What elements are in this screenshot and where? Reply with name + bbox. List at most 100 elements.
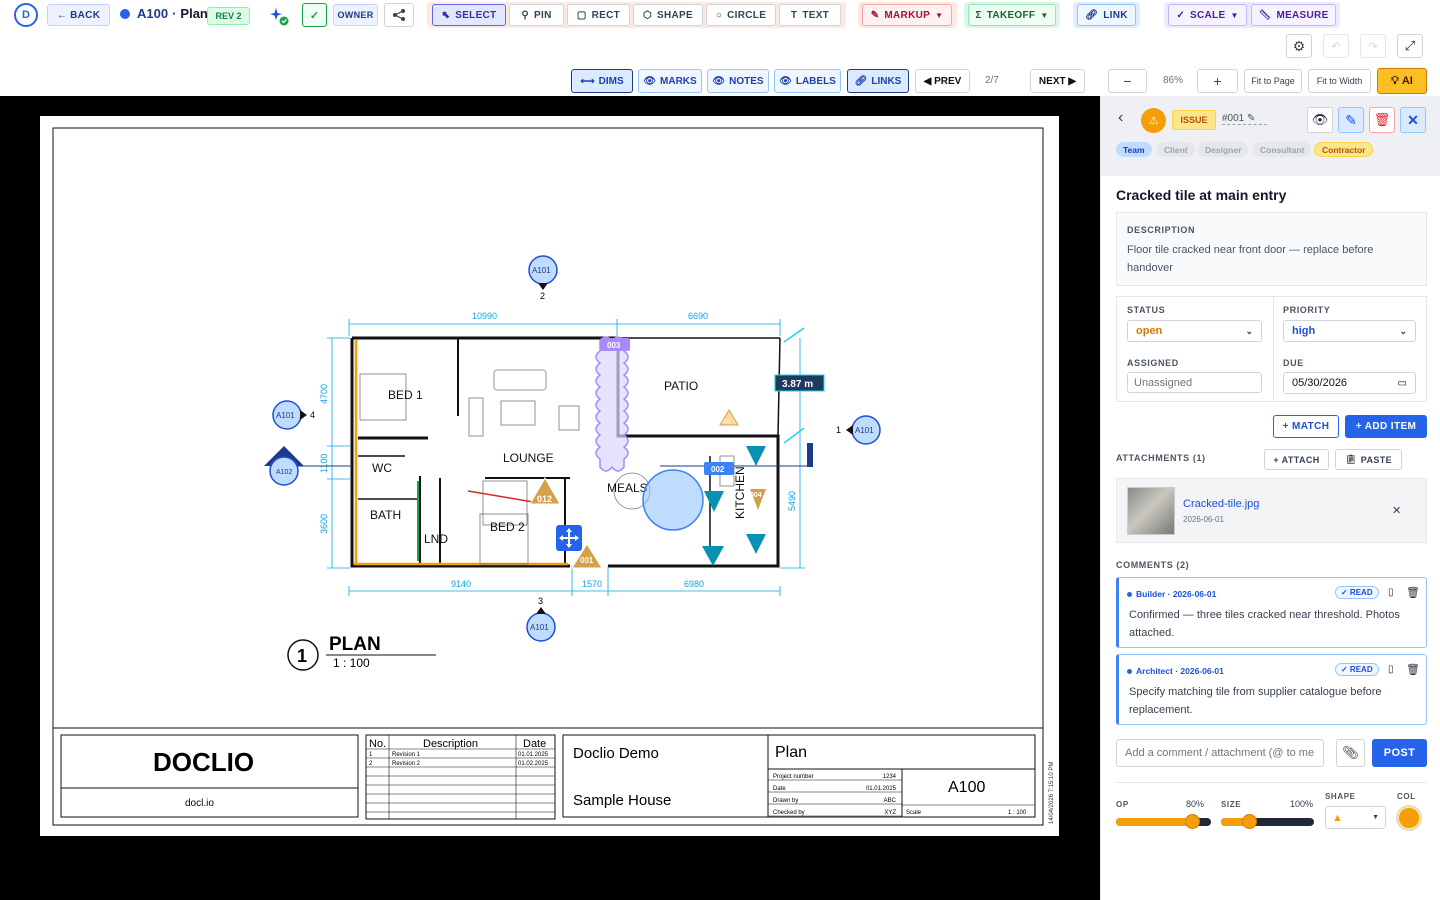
status-value: open (1136, 325, 1163, 337)
triangle-icon: ▲ (1332, 811, 1343, 824)
issue-pin-004[interactable]: 004 (750, 489, 766, 510)
arrows-horizontal-icon: ⟷ (580, 75, 595, 87)
issue-pin-012[interactable]: 012 (529, 476, 561, 505)
dim-left-mid: 1100 (319, 454, 329, 473)
share-button[interactable] (384, 3, 414, 27)
ref-a101-left[interactable]: A101 4 (272, 400, 315, 430)
attach-file-button[interactable]: 📎︎ (1336, 739, 1365, 767)
dims-toggle[interactable]: ⟷ DIMS (571, 69, 633, 93)
pin-003-label: 003 (607, 341, 621, 350)
approve-button[interactable]: ✓ (302, 3, 327, 27)
attachment-item[interactable]: Cracked-tile.jpg 2026-06-01 ✕ (1116, 478, 1427, 543)
copy-icon[interactable]: ▯ (1388, 587, 1394, 598)
due-date-input[interactable]: 05/30/2026 ▭ (1283, 372, 1416, 394)
floor-plan-drawing[interactable]: 10990 6690 9140 1570 6980 4700 1100 3600… (40, 116, 1059, 836)
note-pin-002[interactable]: 002 (704, 462, 734, 475)
ref-a101-bottom[interactable]: A101 3 (526, 596, 556, 642)
audience-client[interactable]: Client (1157, 142, 1195, 157)
ref-a101-top[interactable]: A101 2 (528, 255, 558, 301)
drawing-canvas[interactable]: 10990 6690 9140 1570 6980 4700 1100 3600… (0, 96, 1100, 900)
company-website: docl.io (185, 798, 214, 809)
rev-col-desc: Description (423, 738, 478, 750)
description-box[interactable]: DESCRIPTION Floor tile cracked near fron… (1116, 212, 1427, 286)
revision-badge[interactable]: REV 2 (207, 7, 250, 25)
markup-dropdown[interactable]: ✎ MARKUP ▼ (862, 4, 952, 26)
scale-dropdown[interactable]: ✓ SCALE ▼ (1168, 4, 1247, 26)
paste-button[interactable]: 📋︎ PASTE (1335, 449, 1402, 470)
rect-tool[interactable]: ▢ RECT (567, 4, 630, 26)
room-lounge: LOUNGE (503, 451, 554, 465)
fit-to-width-button[interactable]: Fit to Width (1308, 69, 1371, 93)
add-item-button[interactable]: + ADD ITEM (1345, 415, 1427, 438)
settings-button[interactable]: ⚙ (1286, 34, 1312, 58)
comment-1[interactable]: Builder · 2026-06-01 ✓ READ ▯ 🗑︎ Confirm… (1116, 577, 1427, 648)
text-tool[interactable]: T TEXT (779, 4, 841, 26)
marks-toggle[interactable]: 👁︎ MARKS (638, 69, 702, 93)
edit-button[interactable]: ✎ (1338, 107, 1364, 133)
remove-attachment-icon[interactable]: ✕ (1392, 504, 1401, 517)
undo-button[interactable]: ↶ (1323, 34, 1349, 58)
comment-input[interactable] (1116, 739, 1324, 767)
opacity-slider-thumb[interactable] (1185, 814, 1200, 829)
doclio-logo[interactable]: D (14, 3, 38, 27)
comment-2[interactable]: Architect · 2026-06-01 ✓ READ ▯ 🗑︎ Speci… (1116, 654, 1427, 725)
link-tool[interactable]: 🔗︎ LINK (1077, 4, 1136, 26)
match-button[interactable]: + MATCH (1273, 415, 1339, 438)
ai-sparkle-icon[interactable] (268, 5, 290, 27)
attachment-filename[interactable]: Cracked-tile.jpg (1183, 498, 1259, 510)
meta-value: 1234 (883, 774, 897, 780)
notes-toggle[interactable]: 👁︎ NOTES (707, 69, 769, 93)
next-page-button[interactable]: NEXT ▶ (1030, 69, 1085, 93)
copy-icon[interactable]: ▯ (1388, 664, 1394, 675)
close-button[interactable]: ✕ (1400, 107, 1426, 133)
back-chevron-icon[interactable]: ‹ (1118, 109, 1123, 127)
zoom-in-button[interactable]: + (1197, 69, 1238, 93)
attachment-thumbnail[interactable] (1127, 487, 1175, 535)
audience-consultant[interactable]: Consultant (1253, 142, 1312, 157)
size-slider[interactable] (1221, 814, 1314, 829)
post-button[interactable]: POST (1372, 739, 1427, 767)
size-slider-thumb[interactable] (1241, 814, 1257, 829)
fit-to-page-button[interactable]: Fit to Page (1244, 69, 1302, 93)
issue-id[interactable]: #001 ✎ (1222, 113, 1267, 125)
hexagon-icon: ⬡ (643, 9, 653, 21)
ai-button[interactable]: 💡︎ AI (1377, 68, 1427, 94)
labels-toggle[interactable]: 👁︎ LABELS (774, 69, 841, 93)
audience-designer[interactable]: Designer (1198, 142, 1249, 157)
ref-a101-right[interactable]: A101 1 (836, 415, 881, 445)
issue-title[interactable]: Cracked tile at main entry (1116, 187, 1286, 203)
back-button[interactable]: ← BACK (47, 4, 110, 26)
delete-button[interactable]: 🗑︎ (1369, 107, 1395, 133)
owner-button[interactable]: OWNER (333, 4, 378, 26)
fullscreen-button[interactable]: ⤢ (1397, 34, 1423, 58)
assigned-input[interactable] (1127, 372, 1262, 393)
view-button[interactable]: 👁︎ (1307, 107, 1333, 133)
circle-tool[interactable]: ○ CIRCLE (706, 4, 776, 26)
audience-contractor[interactable]: Contractor (1314, 142, 1374, 157)
opacity-slider[interactable] (1116, 814, 1211, 829)
links-toggle[interactable]: 🔗︎ LINKS (847, 69, 909, 93)
move-handle[interactable] (556, 525, 582, 551)
status-select[interactable]: open ⌄ (1127, 320, 1262, 342)
priority-select[interactable]: high ⌄ (1283, 320, 1416, 342)
shape-tool[interactable]: ⬡ SHAPE (633, 4, 703, 26)
shape-select[interactable]: ▲ ▼ (1325, 806, 1386, 829)
takeoff-dropdown[interactable]: Σ TAKEOFF ▼ (968, 4, 1056, 26)
redo-button[interactable]: ↷ (1360, 34, 1386, 58)
ref-a102[interactable]: A102 (264, 446, 304, 486)
audience-team[interactable]: Team (1116, 142, 1152, 157)
zoom-out-button[interactable]: − (1108, 69, 1147, 93)
select-tool[interactable]: ⬉ SELECT (432, 4, 506, 26)
dim-top-left: 10990 (472, 311, 497, 321)
color-swatch[interactable] (1397, 806, 1421, 830)
prev-page-button[interactable]: ◀ PREV (915, 69, 970, 93)
pin-tool[interactable]: ⚲ PIN (509, 4, 564, 26)
cloud-markup-003[interactable] (595, 336, 629, 472)
panel-header: ‹ ⚠ ISSUE #001 ✎ 👁︎ ✎ 🗑︎ ✕ Team Client D… (1101, 96, 1440, 176)
trash-icon[interactable]: 🗑︎ (1406, 586, 1420, 599)
measure-tool[interactable]: 📏︎ MEASURE (1251, 4, 1336, 26)
issue-pin-011[interactable]: 011 (719, 409, 739, 426)
circle-markup[interactable] (642, 469, 704, 531)
trash-icon[interactable]: 🗑︎ (1406, 663, 1420, 676)
attach-button[interactable]: + ATTACH (1264, 449, 1329, 470)
